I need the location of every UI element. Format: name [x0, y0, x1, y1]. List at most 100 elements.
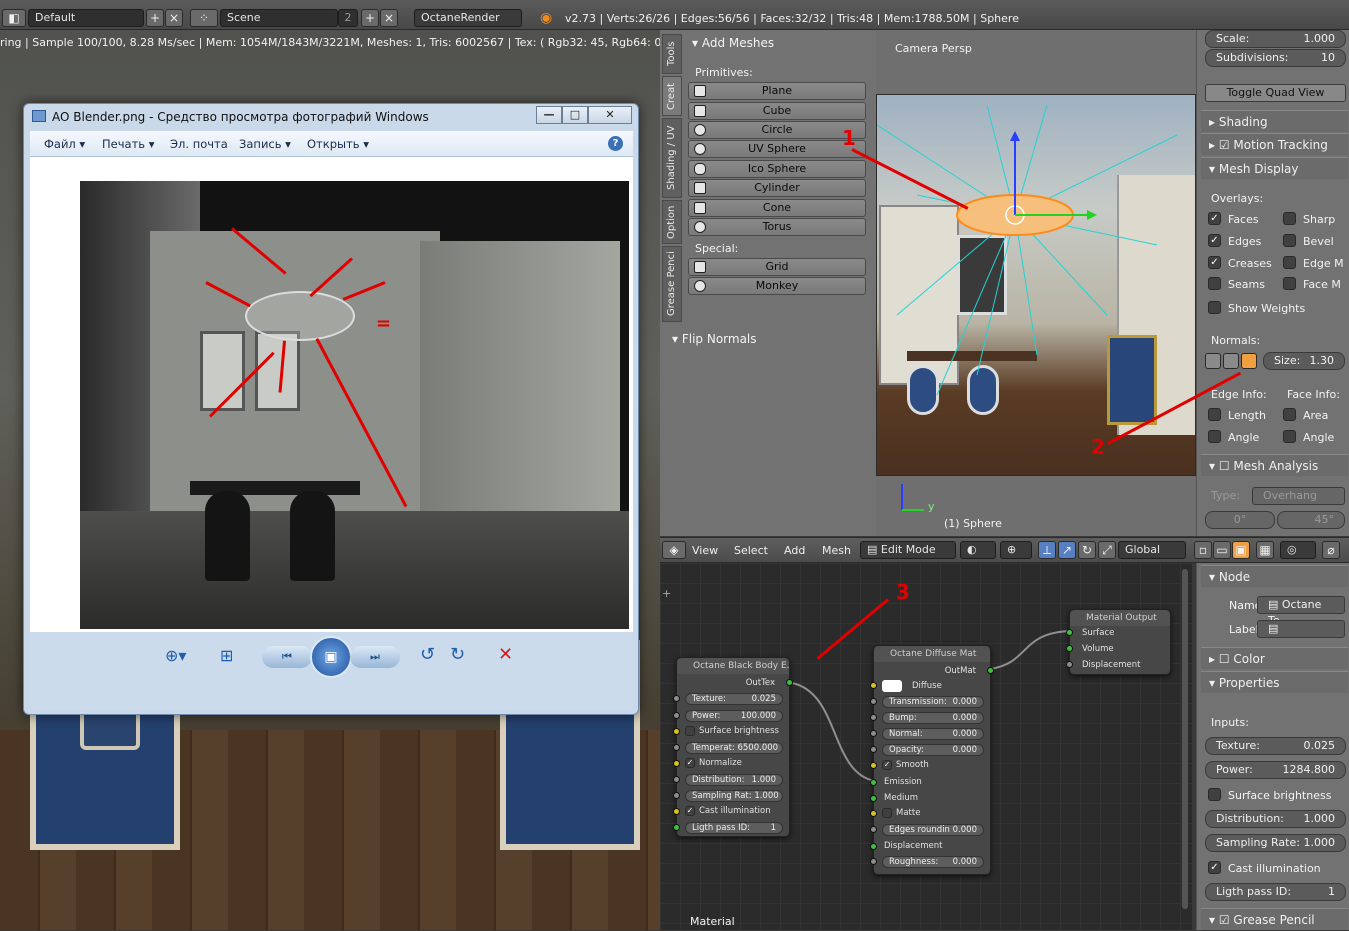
input-socket[interactable]: [673, 776, 680, 783]
add-screen-icon[interactable]: +: [146, 9, 164, 27]
add-circle-button[interactable]: Circle: [688, 121, 866, 139]
node-octane-diffuse[interactable]: Octane Diffuse Mat OutMat Diffuse Transm…: [870, 645, 994, 875]
rotate-left-icon[interactable]: ↺: [420, 644, 435, 665]
delete-icon[interactable]: ✕: [498, 644, 513, 665]
tab-shading-uv[interactable]: Shading / UV: [662, 118, 682, 198]
seams-checkbox[interactable]: [1208, 277, 1221, 290]
diffuse-color-swatch[interactable]: [882, 680, 902, 692]
grease-pencil-panel-header[interactable]: ▾ ☑ Grease Pencil: [1201, 908, 1348, 930]
shading-mode-select[interactable]: ◐: [960, 541, 996, 559]
remove-scene-icon[interactable]: ×: [380, 9, 398, 27]
input-socket[interactable]: [870, 762, 877, 769]
editor-type-button[interactable]: ◧: [2, 9, 26, 27]
render-engine-select[interactable]: OctaneRender: [414, 9, 522, 27]
vertex-select-icon[interactable]: ▫: [1194, 541, 1212, 559]
add-torus-button[interactable]: Torus: [688, 218, 866, 236]
distribution-field[interactable]: Distribution: 1.000: [685, 774, 783, 786]
node-panel-header[interactable]: ▾ Node: [1201, 565, 1348, 587]
remove-screen-icon[interactable]: ×: [165, 9, 183, 27]
add-uv-sphere-button[interactable]: UV Sphere: [688, 140, 866, 158]
photo-viewer-window[interactable]: AO Blender.png - Средство просмотра фото…: [23, 103, 639, 715]
node-editor[interactable]: + Octane Black Body E... OutTex Texture:…: [660, 563, 1192, 930]
creases-checkbox[interactable]: ✓: [1208, 256, 1221, 269]
sharp-checkbox[interactable]: [1283, 212, 1296, 225]
cast-illumination-checkbox[interactable]: ✓: [1208, 861, 1221, 874]
face-marks-checkbox[interactable]: [1283, 277, 1296, 290]
light-pass-id-field[interactable]: Ligth pass ID: 1: [1205, 883, 1346, 901]
menu-add[interactable]: Add: [784, 544, 805, 557]
power-field[interactable]: Power: 1284.800: [1205, 761, 1346, 779]
show-weights-checkbox[interactable]: [1208, 301, 1221, 314]
texture-field[interactable]: Texture: 0.025: [1205, 737, 1346, 755]
transmission-field[interactable]: Transmission: 0.000: [882, 696, 984, 708]
tab-create[interactable]: Creat: [662, 76, 682, 116]
input-socket[interactable]: [673, 808, 680, 815]
zoom-icon[interactable]: ⊕▾: [165, 646, 186, 665]
mesh-analysis-panel-header[interactable]: ▾ ☐ Mesh Analysis: [1201, 454, 1348, 476]
input-socket[interactable]: [870, 714, 877, 721]
gizmo-y-arrow-icon[interactable]: [1087, 210, 1097, 220]
input-socket[interactable]: [870, 795, 877, 802]
surface-brightness-checkbox[interactable]: [685, 726, 695, 736]
rotate-right-icon[interactable]: ↻: [450, 644, 465, 665]
add-plane-button[interactable]: Plane: [688, 82, 866, 100]
input-socket[interactable]: [870, 810, 877, 817]
close-button[interactable]: ✕: [588, 106, 632, 124]
edge-select-icon[interactable]: ▭: [1213, 541, 1231, 559]
scene-icon[interactable]: ⁘: [190, 9, 218, 27]
color-panel-header[interactable]: ▸ ☐ Color: [1201, 647, 1348, 669]
node-header[interactable]: Octane Black Body E...: [677, 658, 789, 674]
node-name-field[interactable]: ▤ Octane Te...: [1257, 596, 1345, 627]
input-socket[interactable]: [870, 682, 877, 689]
surface-socket[interactable]: [1066, 629, 1073, 636]
input-socket[interactable]: [870, 746, 877, 753]
input-socket[interactable]: [870, 826, 877, 833]
power-field[interactable]: Power: 100.000: [685, 710, 783, 722]
menu-email[interactable]: Эл. почта: [170, 137, 228, 151]
matte-checkbox[interactable]: [882, 808, 892, 818]
output-socket[interactable]: [786, 679, 793, 686]
edge-angle-checkbox[interactable]: [1208, 430, 1221, 443]
menu-view[interactable]: View: [692, 544, 718, 557]
rotate-icon[interactable]: ↻: [1078, 541, 1096, 559]
add-scene-icon[interactable]: +: [361, 9, 379, 27]
menu-file[interactable]: Файл ▾: [44, 137, 85, 151]
input-socket[interactable]: [673, 760, 680, 767]
input-socket[interactable]: [870, 858, 877, 865]
input-socket[interactable]: [673, 744, 680, 751]
menu-print[interactable]: Печать ▾: [102, 137, 154, 151]
flip-normals-panel[interactable]: ▾ Flip Normals: [672, 332, 757, 346]
maximize-button[interactable]: □: [562, 106, 588, 124]
bevel-checkbox[interactable]: [1283, 234, 1296, 247]
opacity-field[interactable]: Opacity: 0.000: [882, 744, 984, 756]
angle-min-field[interactable]: 0°: [1205, 511, 1275, 529]
node-header[interactable]: Octane Diffuse Mat: [874, 646, 990, 662]
temperature-field[interactable]: Temperat: 6500.000: [685, 742, 783, 754]
node-header[interactable]: Material Output: [1070, 610, 1170, 626]
face-angle-checkbox[interactable]: [1283, 430, 1296, 443]
node-material-output[interactable]: Material Output Surface Volume Displacem…: [1066, 609, 1171, 675]
sampling-rate-field[interactable]: Sampling Rate: 1.000: [1205, 834, 1346, 852]
motion-tracking-panel-header[interactable]: ▸ ☑ Motion Tracking: [1201, 133, 1348, 155]
input-socket[interactable]: [673, 792, 680, 799]
shading-panel-header[interactable]: ▸ Shading: [1201, 110, 1348, 132]
subdivisions-field[interactable]: Subdivisions: 10: [1205, 49, 1346, 67]
toggle-quad-view-button[interactable]: Toggle Quad View: [1205, 84, 1346, 102]
type-select[interactable]: Overhang: [1252, 487, 1345, 505]
input-socket[interactable]: [673, 712, 680, 719]
normal-field[interactable]: Normal: 0.000: [882, 728, 984, 740]
edges-checkbox[interactable]: ✓: [1208, 234, 1221, 247]
input-socket[interactable]: [673, 824, 680, 831]
scale-field[interactable]: Scale: 1.000: [1205, 30, 1346, 48]
face-area-checkbox[interactable]: [1283, 408, 1296, 421]
tab-tools[interactable]: Tools: [662, 34, 682, 74]
add-meshes-title[interactable]: ▾ Add Meshes: [692, 36, 774, 50]
input-socket[interactable]: [870, 698, 877, 705]
menu-burn[interactable]: Запись ▾: [239, 137, 291, 151]
mode-select[interactable]: ▤ Edit Mode: [860, 541, 956, 559]
proportional-edit-select[interactable]: ◎: [1280, 541, 1316, 559]
next-icon[interactable]: ⏭: [350, 646, 400, 668]
surface-brightness-checkbox[interactable]: [1208, 788, 1221, 801]
texture-field[interactable]: Texture: 0.025: [685, 693, 783, 705]
edge-length-checkbox[interactable]: [1208, 408, 1221, 421]
